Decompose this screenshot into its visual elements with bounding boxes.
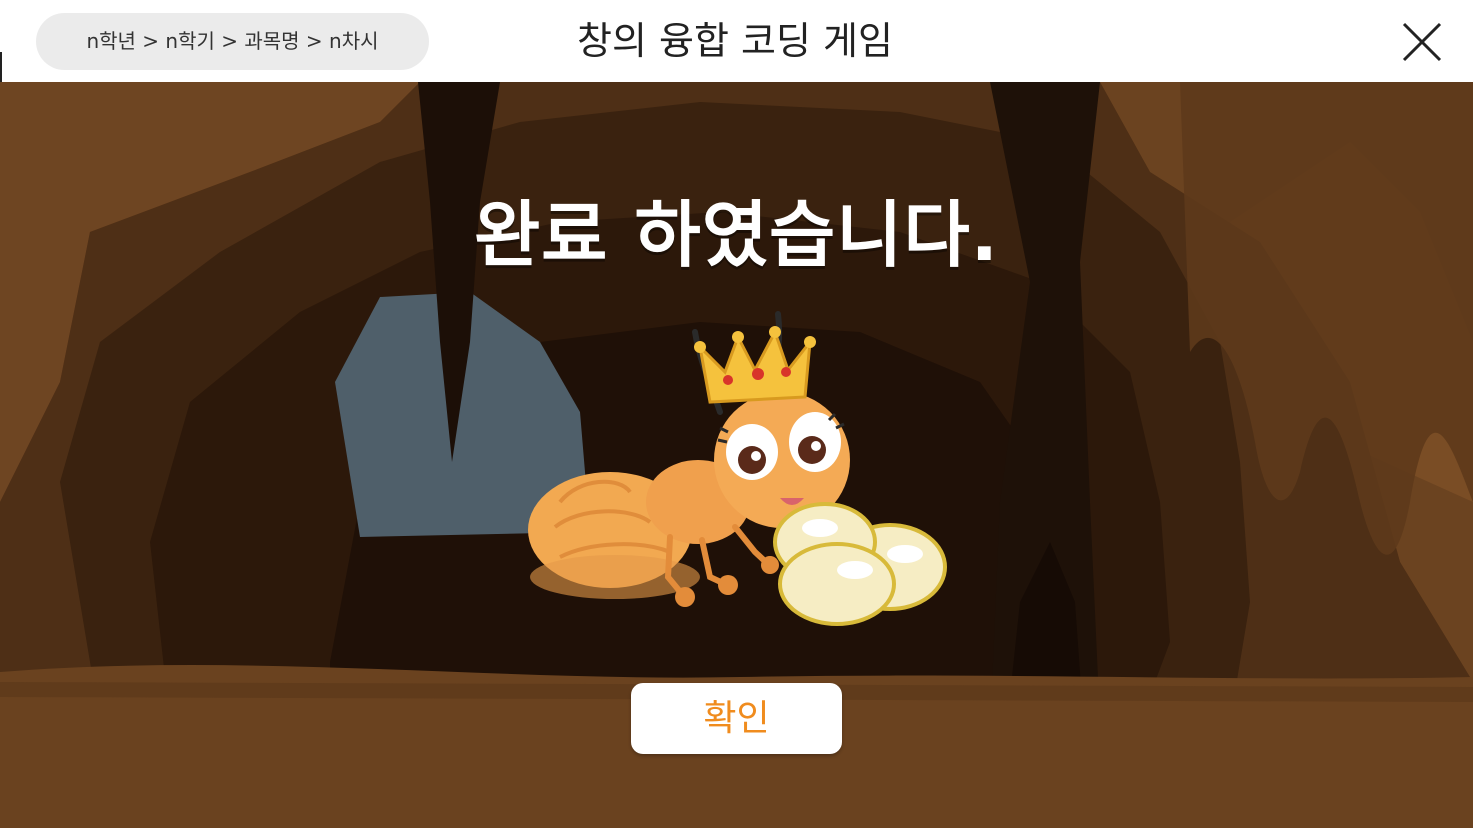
top-bar: n학년 > n학기 > 과목명 > n차시 창의 융합 코딩 게임 <box>0 0 1473 82</box>
breadcrumb: n학년 > n학기 > 과목명 > n차시 <box>36 13 429 70</box>
game-scene: 완료 하였습니다. 확인 <box>0 82 1473 828</box>
divider <box>0 52 2 82</box>
completion-message: 완료 하였습니다. <box>473 193 1000 277</box>
page-title: 창의 융합 코딩 게임 <box>577 19 893 63</box>
confirm-button[interactable]: 확인 <box>631 683 842 754</box>
close-icon[interactable] <box>1396 16 1448 68</box>
queen-ant-illustration <box>528 311 947 626</box>
